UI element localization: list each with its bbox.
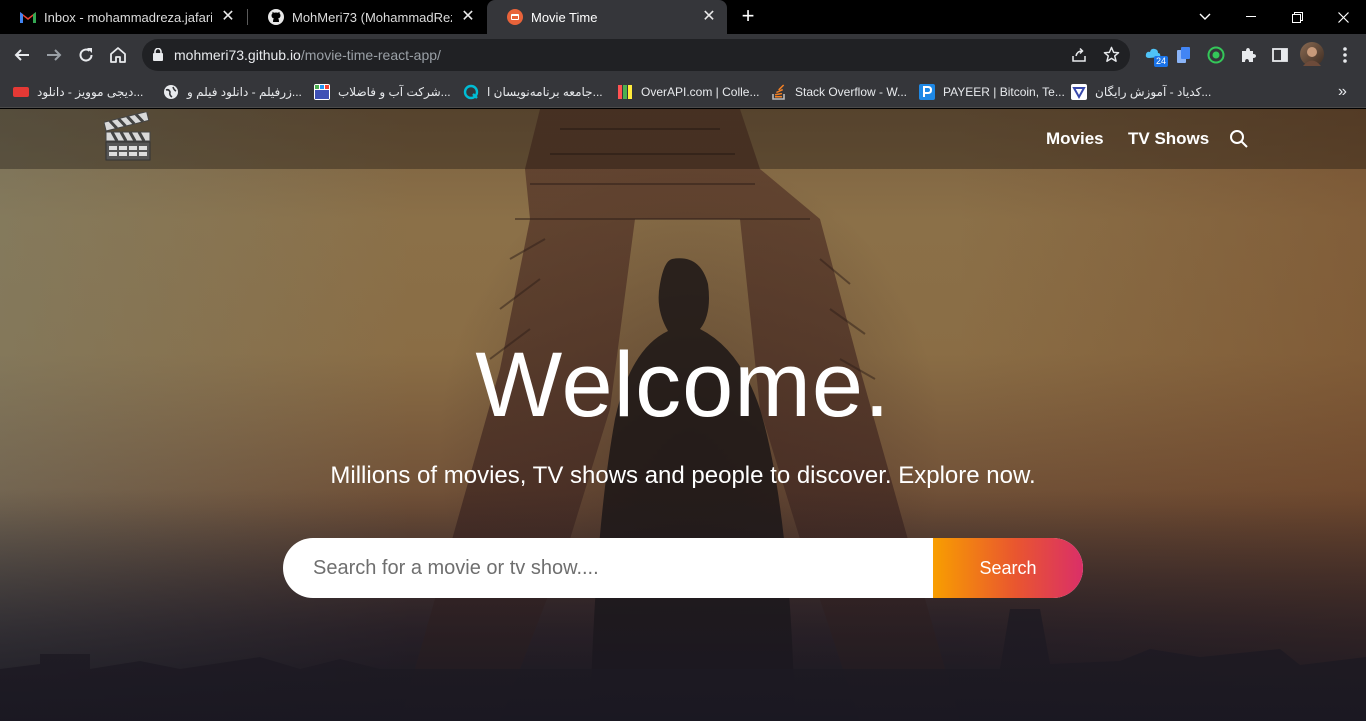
copy-icon: [1177, 47, 1190, 63]
tab-github[interactable]: MohMeri73 (MohammadReza) ✕: [248, 0, 486, 34]
tab-search-button[interactable]: [1182, 0, 1228, 34]
bookmark-item[interactable]: PAYEER | Bitcoin, Te...: [919, 82, 1065, 102]
avatar-icon: [1303, 47, 1321, 66]
bookmark-label: PAYEER | Bitcoin, Te...: [943, 85, 1065, 99]
star-icon[interactable]: [1103, 46, 1120, 63]
browser-toolbar: mohmeri73.github.io/movie-time-react-app…: [0, 34, 1366, 76]
water-company-icon: [314, 84, 330, 100]
tab-gmail[interactable]: Inbox - mohammadreza.jafari.hp ✕: [0, 0, 246, 34]
search-icon[interactable]: [1229, 129, 1249, 149]
forward-button[interactable]: [40, 41, 68, 69]
new-tab-button[interactable]: +: [736, 5, 760, 29]
site-header: Movies TV Shows: [0, 109, 1366, 169]
movie-time-page: Movies TV Shows Welcome. Millions of mov…: [0, 109, 1366, 721]
github-icon: [268, 9, 284, 25]
close-tab-icon[interactable]: ✕: [220, 9, 236, 25]
search-button[interactable]: Search: [933, 538, 1083, 598]
circle-icon: [1207, 46, 1225, 64]
bookmark-item[interactable]: شرکت آب و فاضلاب...: [314, 82, 451, 102]
hero-search-form: Search: [283, 538, 1083, 598]
lock-icon: [153, 48, 163, 61]
bookmark-item[interactable]: زرفیلم - دانلود فیلم و...: [163, 82, 302, 102]
reload-icon: [79, 48, 93, 62]
bookmark-label: کدیاد - آموزش رایگان...: [1095, 85, 1212, 99]
arrow-left-icon: [14, 49, 29, 61]
side-panel-button[interactable]: [1269, 44, 1291, 66]
close-tab-icon[interactable]: ✕: [460, 9, 476, 25]
bookmarks-bar: دیجی موویز - دانلود... زرفیلم - دانلود ف…: [0, 76, 1366, 108]
profile-avatar[interactable]: [1300, 42, 1324, 66]
quera-icon: [463, 84, 479, 100]
browser-menu-button[interactable]: [1334, 44, 1356, 66]
payeer-icon: [919, 84, 935, 100]
gmail-icon: [20, 12, 36, 23]
more-vertical-icon: [1343, 47, 1347, 63]
extension-badge: 24: [1154, 56, 1169, 67]
bookmark-item[interactable]: OverAPI.com | Colle...: [617, 82, 759, 102]
extension-copy[interactable]: [1173, 44, 1195, 66]
bookmarks-overflow-button[interactable]: »: [1338, 82, 1347, 102]
chevron-down-icon: [1199, 13, 1211, 20]
url-path: /movie-time-react-app/: [300, 47, 441, 63]
share-icon[interactable]: [1071, 47, 1087, 63]
tab-title: Inbox - mohammadreza.jafari.hp: [44, 9, 212, 25]
stack-overflow-icon: [772, 84, 785, 100]
movie-time-favicon: [507, 9, 523, 25]
bookmark-label: شرکت آب و فاضلاب...: [338, 85, 451, 99]
search-input[interactable]: [283, 538, 933, 598]
reload-button[interactable]: [72, 41, 100, 69]
digimoviez-icon: [13, 87, 29, 97]
hero-title: Welcome.: [475, 334, 891, 436]
bookmark-label: Stack Overflow - W...: [795, 85, 908, 99]
home-button[interactable]: [104, 41, 132, 69]
url-host: mohmeri73.github.io: [174, 47, 301, 63]
clapperboard-logo-icon[interactable]: [104, 112, 152, 162]
close-window-button[interactable]: [1320, 0, 1366, 34]
overapi-icon: [618, 85, 632, 99]
home-icon: [110, 47, 126, 63]
bookmark-label: جامعه برنامه‌نویسان ا...: [487, 85, 603, 99]
tab-title: Movie Time: [531, 9, 598, 25]
nav-tv-shows[interactable]: TV Shows: [1128, 129, 1209, 149]
restore-icon: [1291, 11, 1303, 23]
extensions-button[interactable]: [1237, 44, 1259, 66]
nav-movies[interactable]: Movies: [1046, 129, 1104, 149]
bookmark-item[interactable]: جامعه برنامه‌نویسان ا...: [463, 82, 603, 102]
codeyad-icon: [1071, 84, 1087, 100]
bookmark-label: دیجی موویز - دانلود...: [37, 85, 144, 99]
bookmark-item[interactable]: دیجی موویز - دانلود...: [13, 82, 143, 102]
bookmark-label: OverAPI.com | Colle...: [641, 85, 760, 99]
globe-icon: [164, 85, 178, 99]
minimize-button[interactable]: [1228, 0, 1274, 34]
restore-button[interactable]: [1274, 0, 1320, 34]
url-text: mohmeri73.github.io/movie-time-react-app…: [174, 47, 441, 63]
tab-strip: Inbox - mohammadreza.jafari.hp ✕ MohMeri…: [0, 0, 1366, 34]
extension-green[interactable]: [1205, 44, 1227, 66]
minimize-icon: [1246, 16, 1256, 17]
bookmark-item[interactable]: Stack Overflow - W...: [771, 82, 907, 102]
tab-movie-time[interactable]: Movie Time ✕: [487, 0, 727, 34]
tab-title: MohMeri73 (MohammadReza): [292, 9, 452, 25]
arrow-right-icon: [47, 49, 62, 61]
back-button[interactable]: [8, 41, 36, 69]
close-tab-icon[interactable]: ✕: [701, 9, 717, 25]
puzzle-icon: [1242, 48, 1256, 62]
hero-subtitle: Millions of movies, TV shows and people …: [330, 462, 1036, 489]
bookmark-label: زرفیلم - دانلود فیلم و...: [187, 85, 302, 99]
close-icon: [1337, 11, 1349, 23]
address-bar[interactable]: mohmeri73.github.io/movie-time-react-app…: [142, 39, 1130, 71]
bookmark-item[interactable]: کدیاد - آموزش رایگان...: [1071, 82, 1211, 102]
side-panel-icon: [1272, 48, 1288, 62]
extension-weather[interactable]: 24: [1144, 44, 1169, 67]
